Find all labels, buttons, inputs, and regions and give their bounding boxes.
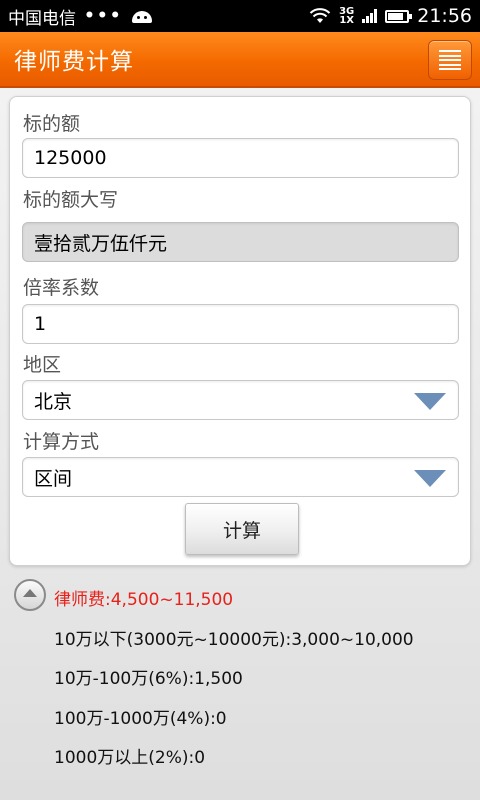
amount-upper-label: 标的额大写 [23, 189, 119, 211]
rate-input[interactable]: 1 [22, 304, 459, 344]
status-left: 中国电信 ••• [8, 4, 153, 29]
dropdown-arrow-icon [414, 470, 446, 487]
calculate-button[interactable]: 计算 [185, 503, 299, 555]
region-value: 北京 [34, 390, 73, 413]
amount-upper-field: 壹拾贰万伍仟元 [22, 222, 459, 262]
result-line: 10万-100万(6%):1,500 [54, 669, 243, 689]
method-select[interactable]: 区间 [22, 457, 459, 497]
network-type-icon: 3G 1X [339, 7, 354, 26]
result-line: 100万-1000万(4%):0 [54, 709, 227, 729]
result-total: 律师费:4,500~11,500 [54, 590, 234, 610]
status-right: 3G 1X 21:56 [309, 5, 472, 27]
menu-icon [439, 50, 461, 70]
battery-icon [385, 9, 413, 23]
result-line: 1000万以上(2%):0 [54, 748, 206, 768]
result-line: 10万以下(3000元~10000元):3,000~10,000 [54, 630, 414, 650]
menu-button[interactable] [428, 40, 472, 80]
rate-label: 倍率系数 [23, 277, 100, 299]
network-bottom: 1X [339, 15, 354, 26]
android-icon [131, 8, 153, 24]
wifi-icon [309, 8, 331, 23]
dropdown-arrow-icon [414, 393, 446, 410]
clock: 21:56 [417, 5, 472, 27]
method-label: 计算方式 [23, 431, 100, 453]
method-value: 区间 [34, 467, 73, 490]
amount-input[interactable]: 125000 [22, 138, 459, 178]
collapse-up-icon[interactable] [14, 579, 46, 611]
page-title: 律师费计算 [14, 49, 134, 75]
status-bar: 中国电信 ••• 3G 1X 21:56 [0, 0, 480, 32]
carrier-name: 中国电信 [8, 8, 76, 29]
notification-dots: ••• [84, 6, 123, 26]
calculator-form: 标的额 125000 标的额大写 壹拾贰万伍仟元 倍率系数 1 地区 北京 计算… [9, 96, 471, 566]
region-select[interactable]: 北京 [22, 380, 459, 420]
amount-label: 标的额 [23, 113, 81, 135]
signal-icon [362, 9, 378, 23]
region-label: 地区 [23, 354, 62, 376]
title-bar: 律师费计算 [0, 32, 480, 88]
